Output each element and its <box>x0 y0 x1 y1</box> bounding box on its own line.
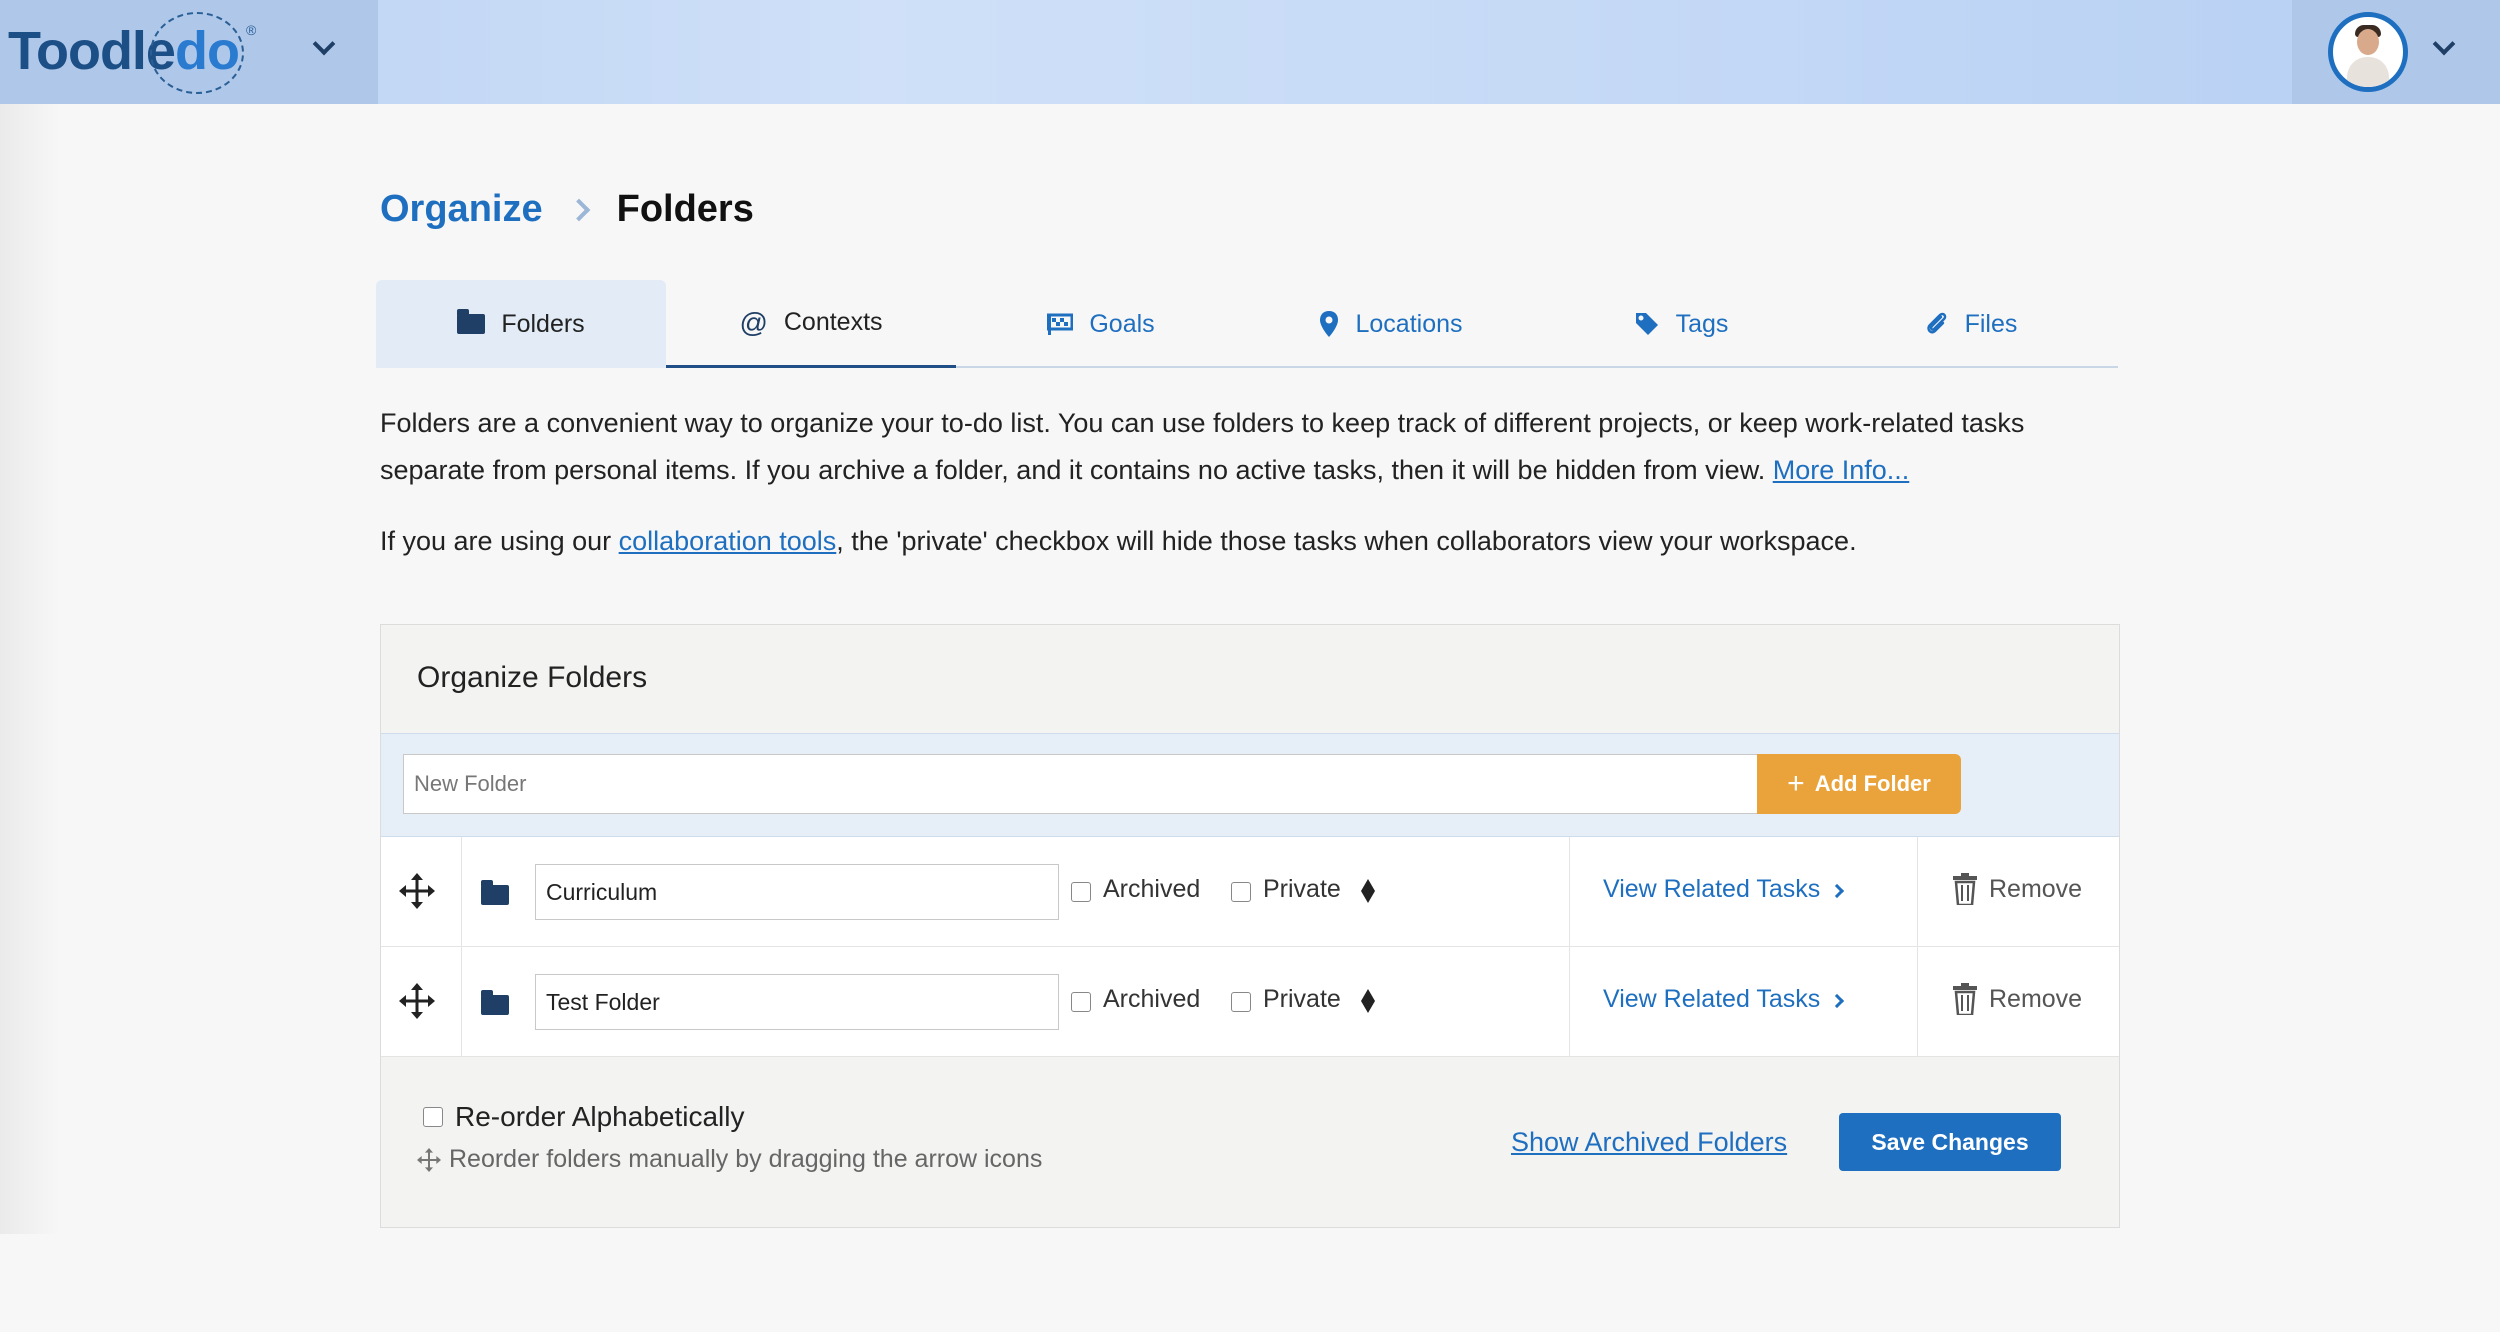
archived-checkbox[interactable] <box>1071 882 1091 902</box>
avatar[interactable] <box>2328 12 2408 92</box>
remove-label: Remove <box>1989 874 2083 903</box>
add-folder-button[interactable]: + Add Folder <box>1757 754 1961 814</box>
logo-ring <box>150 12 244 94</box>
reorder-hint: Reorder folders manually by dragging the… <box>417 1145 1042 1174</box>
view-related-tasks-link[interactable]: View Related Tasks <box>1603 985 1845 1014</box>
new-folder-input[interactable] <box>403 754 1759 814</box>
remove-folder-button[interactable]: Remove <box>1953 873 2082 905</box>
private-info-diamond-icon[interactable] <box>1361 989 1375 1013</box>
logo-registered-mark: ® <box>246 22 257 38</box>
at-icon: @ <box>739 306 768 338</box>
private-label: Private <box>1263 985 1341 1013</box>
table-row: Archived Private View Related Tasks Remo… <box>381 947 2119 1057</box>
private-info-diamond-icon[interactable] <box>1361 879 1375 903</box>
cell-divider <box>1917 947 1918 1057</box>
tab-label: Locations <box>1355 309 1463 338</box>
cell-divider <box>1569 947 1570 1057</box>
left-edge-shadow <box>0 104 60 1234</box>
cell-divider <box>1917 837 1918 947</box>
plus-icon: + <box>1787 767 1805 800</box>
breadcrumb-chevron-right-icon <box>567 198 590 221</box>
archived-label: Archived <box>1103 875 1201 903</box>
save-changes-button[interactable]: Save Changes <box>1839 1113 2061 1171</box>
tab-label: Folders <box>501 309 585 338</box>
drag-handle-move-icon[interactable] <box>399 873 435 909</box>
related-label: View Related Tasks <box>1603 985 1821 1013</box>
table-row: Archived Private View Related Tasks Remo… <box>381 837 2119 947</box>
panel-footer: Re-order Alphabetically Reorder folders … <box>381 1057 2119 1227</box>
archived-checkbox[interactable] <box>1071 992 1091 1012</box>
tab-contexts[interactable]: @ Contexts <box>666 280 956 368</box>
chevron-right-icon <box>1830 993 1845 1008</box>
folder-icon <box>481 990 509 1020</box>
trash-icon <box>1953 983 1977 1015</box>
panel-title: Organize Folders <box>417 661 648 694</box>
user-menu-chevron-down-icon[interactable] <box>2432 32 2456 56</box>
view-related-tasks-link[interactable]: View Related Tasks <box>1603 875 1845 904</box>
tab-label: Files <box>1964 309 2018 338</box>
related-label: View Related Tasks <box>1603 875 1821 903</box>
add-folder-row: + Add Folder <box>381 733 2119 837</box>
app-menu-chevron-down-icon[interactable] <box>312 32 336 56</box>
show-archived-folders-link[interactable]: Show Archived Folders <box>1511 1127 1787 1158</box>
folders-description: Folders are a convenient way to organize… <box>380 400 2120 494</box>
tag-icon <box>1634 311 1660 337</box>
folder-list: Archived Private View Related Tasks Remo… <box>381 837 2119 1057</box>
description-text: If you are using our <box>380 526 619 556</box>
folder-name-input[interactable] <box>535 974 1059 1030</box>
add-folder-label: Add Folder <box>1814 771 1931 796</box>
avatar-head <box>2357 29 2379 55</box>
tab-label: Contexts <box>783 308 883 336</box>
breadcrumb: Organize Folders <box>380 188 754 231</box>
cell-divider <box>461 837 462 947</box>
tab-locations[interactable]: Locations <box>1246 280 1536 368</box>
reorder-alphabetically-label: Re-order Alphabetically <box>455 1101 745 1132</box>
reorder-alphabetically-checkbox[interactable] <box>423 1107 443 1127</box>
private-description: If you are using our collaboration tools… <box>380 518 2120 565</box>
reorder-hint-text: Reorder folders manually by dragging the… <box>449 1145 1043 1173</box>
tab-label: Goals <box>1089 309 1155 338</box>
chevron-right-icon <box>1830 883 1845 898</box>
private-checkbox[interactable] <box>1231 992 1251 1012</box>
user-menu[interactable] <box>2292 0 2500 104</box>
logo-block[interactable]: Toodledo ® <box>0 0 378 104</box>
avatar-body <box>2347 57 2389 87</box>
top-bar: Toodledo ® <box>0 0 2500 104</box>
organize-folders-panel: Organize Folders + Add Folder Archived Pr… <box>380 624 2120 1228</box>
tab-folders[interactable]: Folders <box>376 280 666 368</box>
private-checkbox[interactable] <box>1231 882 1251 902</box>
description-text: , the 'private' checkbox will hide those… <box>836 526 1857 556</box>
cell-divider <box>1569 837 1570 947</box>
map-pin-icon <box>1319 310 1339 338</box>
tab-goals[interactable]: Goals <box>956 280 1246 368</box>
trash-icon <box>1953 873 1977 905</box>
remove-label: Remove <box>1989 984 2083 1013</box>
organize-tabs: Folders @ Contexts Goals Locations Tags … <box>376 280 2118 368</box>
tab-tags[interactable]: Tags <box>1536 280 1826 368</box>
breadcrumb-organize-link[interactable]: Organize <box>380 188 543 231</box>
drag-handle-move-icon[interactable] <box>399 983 435 1019</box>
move-icon <box>417 1147 441 1172</box>
tab-files[interactable]: Files <box>1826 280 2116 368</box>
collaboration-tools-link[interactable]: collaboration tools <box>619 526 837 556</box>
cell-divider <box>461 947 462 1057</box>
tab-label: Tags <box>1675 309 1729 338</box>
archived-label: Archived <box>1103 985 1201 1013</box>
goal-flag-icon <box>1047 313 1074 335</box>
more-info-link[interactable]: More Info... <box>1773 455 1910 485</box>
remove-folder-button[interactable]: Remove <box>1953 983 2082 1015</box>
folder-icon <box>457 309 486 334</box>
paperclip-icon <box>1925 311 1949 337</box>
folder-name-input[interactable] <box>535 864 1059 920</box>
folder-icon <box>481 880 509 910</box>
page-title: Folders <box>616 188 754 230</box>
private-label: Private <box>1263 875 1341 903</box>
